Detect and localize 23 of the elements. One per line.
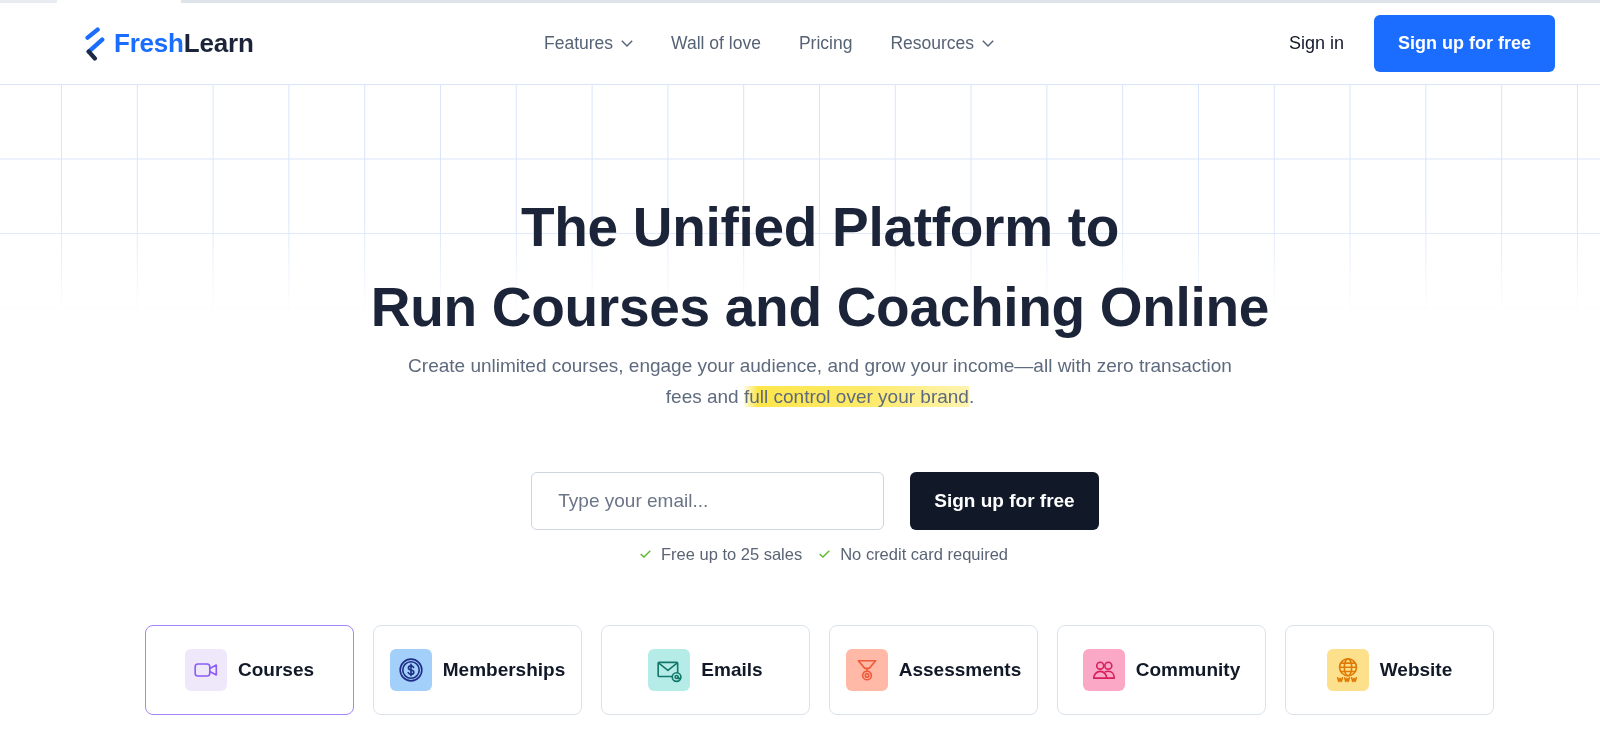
chevron-down-icon — [621, 40, 634, 47]
perk-text: No credit card required — [840, 544, 1009, 564]
sign-up-button[interactable]: Sign up for free — [1374, 15, 1555, 72]
nav-link[interactable]: Resources — [890, 29, 995, 58]
sign-up-button[interactable]: Sign up for free — [910, 472, 1099, 530]
perk-text: Free up to 25 sales — [660, 544, 803, 564]
check-icon — [639, 550, 651, 558]
check-icon — [819, 550, 831, 558]
nav-link[interactable]: Pricing — [798, 29, 853, 58]
feature-tab[interactable]: Website — [1285, 625, 1494, 715]
feature-tab[interactable]: Courses — [145, 625, 354, 715]
feature-tab[interactable]: Assessments — [829, 625, 1038, 715]
sign-in-link[interactable]: Sign in — [1288, 33, 1344, 54]
chevron-down-icon — [982, 40, 995, 47]
nav-link[interactable]: Features — [544, 29, 634, 58]
feature-tab[interactable]: Memberships — [373, 625, 582, 715]
headline: The Unified Platform to Run Courses and Coaching Online — [369, 195, 1271, 340]
brand-name: FreshLearn — [114, 28, 254, 59]
feature-tab[interactable]: Emails — [601, 625, 810, 715]
nav-link[interactable]: Wall of love — [671, 29, 761, 58]
email-field[interactable]: Type your email... — [531, 472, 885, 530]
brand-logo-icon — [85, 26, 105, 61]
feature-tab[interactable]: Community — [1057, 625, 1266, 715]
